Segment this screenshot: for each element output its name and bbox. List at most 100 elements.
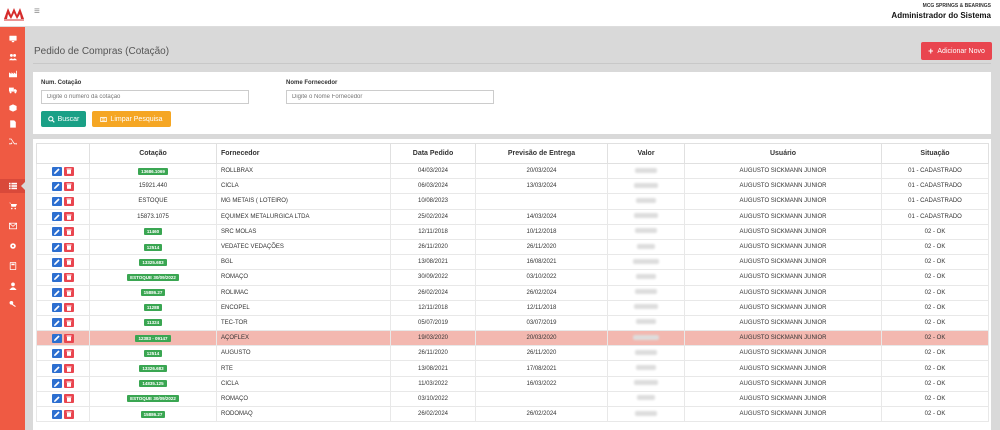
edit-icon[interactable] [52, 318, 62, 328]
trash-icon[interactable] [64, 379, 74, 389]
sidebar-item-box[interactable] [0, 101, 25, 115]
table-row[interactable]: 13326.683 RTE 13/08/2021 17/08/2021 AUGUSTO … [36, 360, 989, 377]
plus-icon: + [928, 46, 934, 56]
sidebar-item-document[interactable] [0, 117, 25, 131]
col-header-user[interactable]: Usuário [684, 143, 882, 164]
trash-icon[interactable] [64, 257, 74, 267]
edit-icon[interactable] [52, 333, 62, 343]
sidebar-item-list[interactable] [0, 179, 25, 193]
col-header-status[interactable]: Situação [881, 143, 989, 164]
sidebar-item-key[interactable] [0, 297, 25, 311]
clear-search-button[interactable]: Limpar Pesquisa [92, 111, 171, 127]
sidebar-item-industry[interactable] [0, 67, 25, 81]
table-row[interactable]: ESTOQUE 30/09/2022 ROMAÇO 03/10/2022 AUGUST… [36, 390, 989, 408]
table-row[interactable]: 14835.125 CICLA 11/03/2022 16/03/2022 AUGUST… [36, 375, 989, 392]
search-icon [47, 115, 55, 123]
edit-icon[interactable] [52, 303, 62, 313]
cell-supplier: MG METAIS ( LOTEIRO) [216, 193, 391, 210]
sidebar-item-users[interactable] [0, 50, 25, 64]
sidebar-item-cart[interactable] [0, 199, 25, 213]
trash-icon[interactable] [64, 318, 74, 328]
table-row[interactable]: 11460 SRC MOLAS 12/11/2018 10/12/2018 AUGUST… [36, 223, 989, 240]
sidebar-item-user[interactable] [0, 279, 25, 293]
edit-icon[interactable] [52, 227, 62, 237]
user-name[interactable]: Administrador do Sistema [891, 11, 991, 20]
cell-user: AUGUSTO SICKMANN JUNIOR [684, 345, 882, 362]
edit-icon[interactable] [52, 288, 62, 298]
table-row[interactable]: 15886.27 RODOMAQ 26/02/2024 26/02/2024 AUGUS… [36, 405, 989, 423]
quote-badge: 13326.683 [139, 365, 167, 373]
search-button[interactable]: Buscar [41, 111, 86, 127]
edit-icon[interactable] [52, 166, 62, 176]
blurred-value [634, 380, 658, 386]
trash-icon[interactable] [64, 409, 74, 419]
trash-icon[interactable] [64, 394, 74, 404]
trash-icon[interactable] [64, 166, 74, 176]
table-row[interactable]: 12383 - 09147 AÇOFLEX 19/03/2020 20/03/2020… [36, 330, 989, 347]
sidebar-item-monitor[interactable] [0, 32, 25, 46]
row-actions [36, 330, 90, 347]
edit-icon[interactable] [52, 272, 62, 282]
table-row[interactable]: 11288 ENCOPEL 12/11/2018 12/11/2018 AUGUSTO … [36, 299, 989, 316]
trash-icon[interactable] [64, 364, 74, 374]
supplier-name-input[interactable] [286, 90, 494, 104]
cell-delivery-forecast: 26/11/2020 [475, 238, 608, 256]
menu-toggle-icon[interactable]: ≡ [34, 7, 40, 17]
table-row[interactable]: ESTOQUE 30/09/2022 ROMAÇO 30/09/2022 03/10/… [36, 269, 989, 286]
trash-icon[interactable] [64, 272, 74, 282]
cell-status: 02 - OK [881, 360, 989, 377]
quote-badge: 13686.1069 [138, 167, 168, 175]
edit-icon[interactable] [52, 196, 62, 206]
edit-icon[interactable] [52, 257, 62, 267]
cell-value [607, 238, 685, 256]
row-actions [36, 360, 90, 377]
edit-icon[interactable] [52, 242, 62, 252]
col-header-order-date[interactable]: Data Pedido [390, 143, 476, 164]
cell-supplier: AUGUSTO [216, 345, 391, 362]
sidebar-item-calculator[interactable] [0, 259, 25, 273]
quote-number-input[interactable] [41, 90, 249, 104]
table-row[interactable]: 12514 VEDATEC VEDAÇÕES 26/11/2020 26/11/202… [36, 238, 989, 256]
table-row[interactable]: ESTOQUE MG METAIS ( LOTEIRO) 10/08/2023 AUG… [36, 193, 989, 210]
monitor-icon [8, 35, 17, 43]
blurred-value [635, 228, 657, 234]
table-row[interactable]: 15886.27 ROLIMAC 26/02/2024 26/02/2024 AUGUS… [36, 284, 989, 301]
trash-icon[interactable] [64, 303, 74, 313]
cell-status: 02 - OK [881, 314, 989, 332]
edit-icon[interactable] [52, 181, 62, 191]
table-row[interactable]: 15873.1075 EQUIMEX METALURGICA LTDA 25/02/… [36, 208, 989, 225]
table-row[interactable]: 11324 TEC-TOR 05/07/2019 03/07/2019 AUGUSTO … [36, 314, 989, 332]
trash-icon[interactable] [64, 227, 74, 237]
edit-icon[interactable] [52, 364, 62, 374]
edit-icon[interactable] [52, 348, 62, 358]
edit-icon[interactable] [52, 379, 62, 389]
calculator-icon [9, 262, 16, 270]
table-row[interactable]: 13686.1069 ROLLBRAX 04/03/2024 20/03/2024 AU… [36, 162, 989, 180]
quote-badge: 15886.27 [140, 289, 166, 297]
sidebar-item-truck[interactable] [0, 83, 25, 97]
table-row[interactable]: 12514 AUGUSTO 26/11/2020 26/11/2020 AUGUSTO … [36, 345, 989, 362]
edit-icon[interactable] [52, 409, 62, 419]
trash-icon[interactable] [64, 181, 74, 191]
edit-icon[interactable] [52, 212, 62, 222]
col-header-value[interactable]: Valor [607, 143, 685, 164]
table-row[interactable]: 13325.683 BGL 13/08/2021 16/08/2021 AUGUSTO … [36, 254, 989, 271]
trash-icon[interactable] [64, 348, 74, 358]
col-header-quote[interactable]: Cotação [89, 143, 217, 164]
cell-user: AUGUSTO SICKMANN JUNIOR [684, 238, 882, 256]
trash-icon[interactable] [64, 288, 74, 298]
sidebar-item-gear[interactable] [0, 239, 25, 253]
trash-icon[interactable] [64, 242, 74, 252]
col-header-delivery-forecast[interactable]: Previsão de Entrega [475, 143, 608, 164]
table-row[interactable]: 15921.440 CICLA 06/03/2024 13/03/2024 AUGUST… [36, 178, 989, 195]
trash-icon[interactable] [64, 333, 74, 343]
edit-icon[interactable] [52, 394, 62, 404]
blurred-value [634, 304, 658, 310]
sidebar-item-shuffle[interactable] [0, 134, 25, 148]
trash-icon[interactable] [64, 212, 74, 222]
sidebar-item-mail[interactable] [0, 219, 25, 233]
add-new-button[interactable]: + Adicionar Novo [921, 42, 992, 60]
trash-icon[interactable] [64, 196, 74, 206]
row-actions [36, 345, 90, 362]
col-header-supplier[interactable]: Fornecedor [216, 143, 391, 164]
